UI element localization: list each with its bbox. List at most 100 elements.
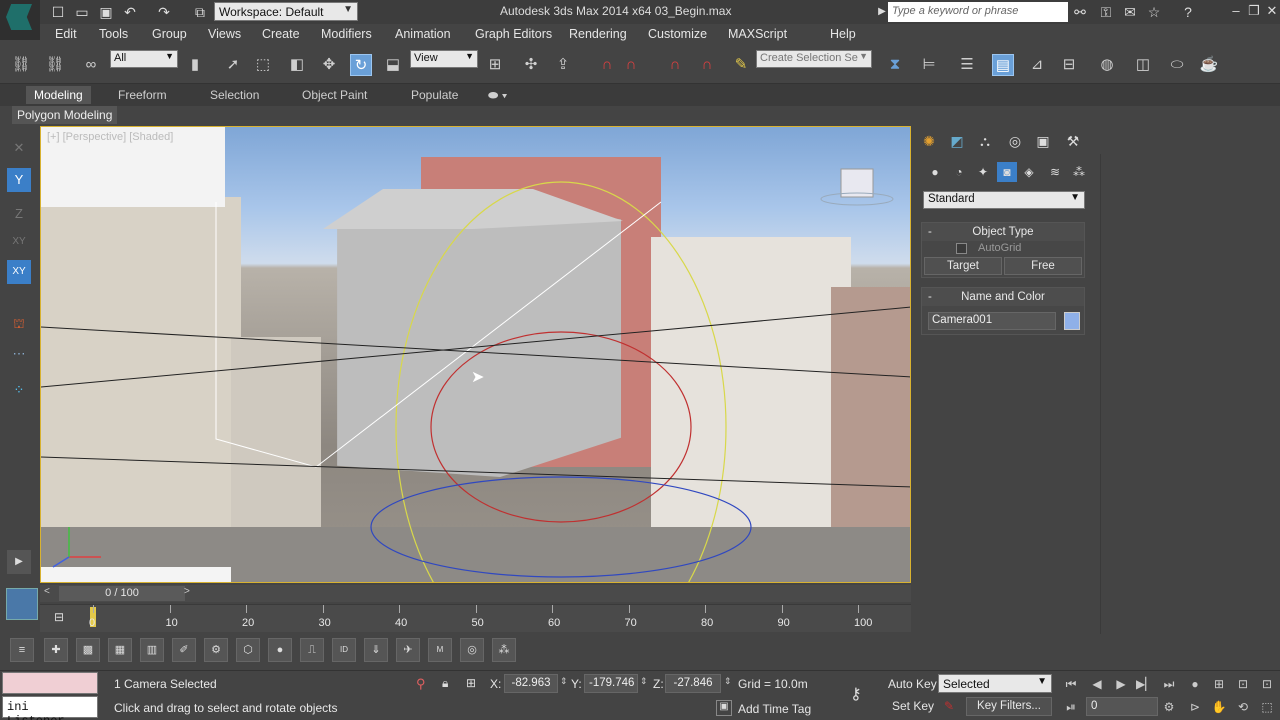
select-move-icon[interactable]: ✥	[318, 54, 340, 76]
pack-collect-icon[interactable]: ✚	[44, 638, 68, 662]
set-key-button[interactable]: Set Key	[892, 699, 934, 713]
ribbon-tab-object-paint[interactable]: Object Paint	[302, 88, 367, 102]
zoom-icon[interactable]: ●	[1186, 675, 1204, 693]
current-frame-field[interactable]: 0	[1086, 697, 1158, 716]
angle-snap-icon[interactable]: ∩	[620, 54, 642, 76]
unlink-icon[interactable]: ⛓	[44, 54, 66, 76]
rotate-gizmo[interactable]	[41, 127, 911, 583]
menu-edit[interactable]: Edit	[55, 27, 77, 41]
track-bar[interactable]: 0 10 20 30 40 50 60 70 80 90 100	[40, 604, 911, 632]
key-mode-dropdown[interactable]: Selected ▼	[938, 674, 1052, 693]
mod-tool-icon[interactable]: M	[428, 638, 452, 662]
object-category-dropdown[interactable]: Standard ▼	[923, 191, 1085, 209]
constraint-x-icon[interactable]: ✕	[7, 136, 31, 160]
x-spinner-icon[interactable]: ⇕	[560, 676, 568, 687]
time-configuration-icon[interactable]: ⚙	[1160, 698, 1178, 716]
mirror-icon[interactable]: ⧗	[884, 54, 906, 76]
previous-frame-icon[interactable]: ◀	[1088, 675, 1106, 693]
checker-material-icon[interactable]: ▩	[76, 638, 100, 662]
select-object-icon[interactable]: ▮	[184, 54, 206, 76]
constraint-z-icon[interactable]: Z	[7, 202, 31, 226]
next-frame-button-icon[interactable]: ▶▏	[1136, 675, 1154, 693]
helpers-icon[interactable]: ◈	[1019, 162, 1039, 182]
search-input[interactable]: Type a keyword or phrase	[888, 2, 1068, 22]
close-icon[interactable]: ✕	[1264, 3, 1280, 19]
communication-center-icon[interactable]: ✉	[1122, 4, 1138, 20]
cameras-icon[interactable]: ◙	[997, 162, 1017, 182]
render-tool-icon[interactable]: ◎	[460, 638, 484, 662]
zoom-extents-icon[interactable]: ⊡	[1234, 675, 1252, 693]
maxscript-listener-input[interactable]: ini Listener	[2, 696, 98, 720]
align-tool-icon[interactable]: ⇓	[364, 638, 388, 662]
prev-frame-icon[interactable]: <	[44, 586, 50, 597]
constraint-xy-plane-icon[interactable]: XY	[7, 260, 31, 284]
play-icon[interactable]: ▶	[1112, 675, 1130, 693]
pan-icon[interactable]: ✋	[1210, 698, 1228, 716]
ribbon-tab-modeling[interactable]: Modeling	[26, 86, 91, 104]
edit-named-selection-icon[interactable]: ✎	[730, 54, 752, 76]
ribbon-options-icon[interactable]: ⬬ ▾	[488, 88, 507, 103]
ribbon-tab-selection[interactable]: Selection	[210, 88, 259, 102]
menu-modifiers[interactable]: Modifiers	[321, 27, 372, 41]
spinner-snap-icon[interactable]: ∩	[696, 54, 718, 76]
isolate-selection-icon[interactable]: ⚲	[416, 676, 426, 692]
expand-toolbar-icon[interactable]: ▶	[7, 550, 31, 574]
display-panel-icon[interactable]: ▣	[1031, 130, 1055, 152]
time-slider-handle[interactable]: 0 / 100	[59, 586, 185, 601]
maxscript-listener-output[interactable]	[2, 672, 98, 694]
restore-icon[interactable]: ❐	[1246, 3, 1262, 19]
select-scale-icon[interactable]: ⬓	[382, 54, 404, 76]
render-setup-icon[interactable]: ◫	[1132, 54, 1154, 76]
notes-icon[interactable]: ✐	[172, 638, 196, 662]
selection-lock-icon[interactable]: 🔒︎	[442, 676, 448, 691]
favorites-star-icon[interactable]: ☆	[1146, 4, 1162, 20]
target-camera-button[interactable]: Target	[924, 257, 1002, 275]
snaps-use-axis-icon[interactable]: ⛫	[7, 312, 31, 336]
align-icon[interactable]: ⊨	[918, 54, 940, 76]
maximize-viewport-icon[interactable]: ⬚	[1258, 698, 1276, 716]
add-time-tag-button[interactable]: Add Time Tag	[738, 702, 811, 716]
grid-points-icon[interactable]: ⁘	[7, 378, 31, 402]
y-coordinate-field[interactable]: -179.746	[584, 674, 638, 693]
link-icon[interactable]: ⛓	[10, 54, 32, 76]
auto-key-button[interactable]: Auto Key	[888, 677, 937, 691]
gizmo-z-ring[interactable]	[370, 476, 752, 578]
save-file-icon[interactable]: ▣	[98, 4, 114, 20]
named-selection-set-dropdown[interactable]: Create Selection Se ▼	[756, 50, 872, 68]
geometry-icon[interactable]: ●	[925, 162, 945, 182]
schematic-view-icon[interactable]: ⊟	[1058, 54, 1080, 76]
filmstrip-icon[interactable]: ⊟	[54, 610, 64, 624]
select-rotate-icon[interactable]: ↻	[350, 54, 372, 76]
key-filter-icon[interactable]: ✎	[944, 699, 954, 713]
help-icon[interactable]: ?	[1180, 4, 1196, 20]
name-and-color-header[interactable]: - Name and Color	[922, 288, 1084, 306]
orbit-icon[interactable]: ⟲	[1234, 698, 1252, 716]
app-logo-button[interactable]	[0, 0, 40, 40]
systems-icon[interactable]: ⁂	[1069, 162, 1089, 182]
mini-curve-editor-icon[interactable]	[6, 588, 38, 620]
hierarchy-tool-icon[interactable]: ⚙	[204, 638, 228, 662]
motion-panel-icon[interactable]: ◎	[1003, 130, 1027, 152]
listener-script-icon[interactable]: ≡	[10, 638, 34, 662]
workspace-dropdown[interactable]: Workspace: Default ▼	[214, 2, 358, 21]
layer-manager-icon[interactable]: ☰	[956, 54, 978, 76]
region-select-icon[interactable]: ⬚	[252, 54, 274, 76]
box-tool-icon[interactable]: ⬡	[236, 638, 260, 662]
material-editor-icon[interactable]: ◍	[1096, 54, 1118, 76]
wire-tool-icon[interactable]: ✈	[396, 638, 420, 662]
binoculars-icon[interactable]: ⚯	[1072, 4, 1088, 20]
reference-coord-dropdown[interactable]: View ▼	[410, 50, 478, 68]
menu-maxscript[interactable]: MAXScript	[728, 27, 787, 41]
scene-explorer-icon[interactable]: ▤	[992, 54, 1014, 76]
z-spinner-icon[interactable]: ⇕	[724, 676, 732, 687]
menu-animation[interactable]: Animation	[395, 27, 451, 41]
utilities-panel-icon[interactable]: ⚒	[1061, 130, 1085, 152]
time-tag-icon[interactable]: ▣	[716, 700, 732, 716]
render-production-icon[interactable]: ☕	[1198, 54, 1220, 76]
free-camera-button[interactable]: Free	[1004, 257, 1082, 275]
menu-rendering[interactable]: Rendering	[569, 27, 627, 41]
set-key-icon[interactable]: ⚷	[850, 684, 862, 704]
field-of-view-icon[interactable]: ⊳	[1186, 698, 1204, 716]
menu-views[interactable]: Views	[208, 27, 241, 41]
go-to-start-icon[interactable]: ⏮	[1062, 675, 1080, 693]
